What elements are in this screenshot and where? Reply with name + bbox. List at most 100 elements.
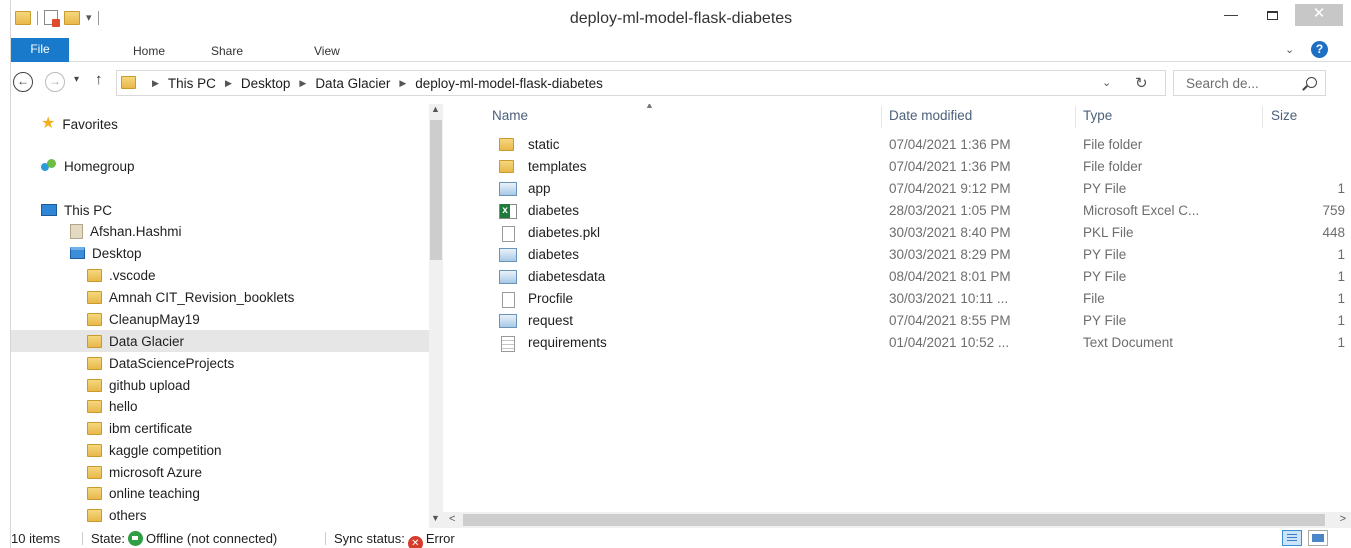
- file-row[interactable]: requirements 01/04/2021 10:52 ... Text D…: [449, 332, 1349, 354]
- file-row[interactable]: Procfile 30/03/2021 10:11 ... File 1: [449, 288, 1349, 310]
- folder-icon: [87, 486, 102, 500]
- expand-ribbon-icon[interactable]: ⌄: [1285, 43, 1294, 56]
- file-size: 1: [1337, 247, 1345, 262]
- tab-home[interactable]: Home: [133, 44, 165, 58]
- nav-folder[interactable]: ibm certificate: [87, 418, 192, 438]
- scroll-left-icon[interactable]: <: [449, 513, 455, 525]
- scrollbar-thumb[interactable]: [463, 514, 1325, 526]
- address-bar[interactable]: ▶ This PC ▶ Desktop ▶ Data Glacier ▶ dep…: [116, 70, 1166, 96]
- search-input[interactable]: Search de...: [1186, 76, 1259, 91]
- minimize-button[interactable]: —: [1217, 4, 1245, 26]
- large-icons-view-button[interactable]: [1308, 530, 1328, 546]
- maximize-button[interactable]: [1258, 4, 1286, 26]
- nav-folder[interactable]: others: [87, 505, 147, 525]
- file-row[interactable]: static 07/04/2021 1:36 PM File folder: [449, 134, 1349, 156]
- file-row[interactable]: request 07/04/2021 8:55 PM PY File 1: [449, 310, 1349, 332]
- file-row[interactable]: templates 07/04/2021 1:36 PM File folder: [449, 156, 1349, 178]
- offline-icon: [127, 531, 143, 546]
- chevron-right-icon[interactable]: ▶: [225, 78, 232, 89]
- details-view-button[interactable]: [1282, 530, 1302, 546]
- breadcrumb-current-folder[interactable]: deploy-ml-model-flask-diabetes: [415, 76, 603, 91]
- python-file-icon: [499, 314, 517, 331]
- column-divider[interactable]: [881, 106, 882, 128]
- back-button[interactable]: ←: [13, 72, 33, 92]
- refresh-icon[interactable]: ↻: [1135, 74, 1148, 92]
- close-button[interactable]: ✕: [1295, 4, 1343, 26]
- nav-user-folder[interactable]: Afshan.Hashmi: [70, 221, 182, 241]
- nav-homegroup[interactable]: Homegroup: [41, 156, 135, 176]
- maximize-icon: [1266, 10, 1278, 20]
- file-row[interactable]: diabetesdata 08/04/2021 8:01 PM PY File …: [449, 266, 1349, 288]
- file-row[interactable]: app 07/04/2021 9:12 PM PY File 1: [449, 178, 1349, 200]
- file-type: PY File: [1083, 181, 1127, 196]
- file-row[interactable]: diabetes 28/03/2021 1:05 PM Microsoft Ex…: [449, 200, 1349, 222]
- folder-icon: [87, 399, 102, 413]
- column-header-size[interactable]: Size: [1271, 104, 1297, 130]
- column-header-name[interactable]: Name: [492, 104, 528, 130]
- search-icon[interactable]: [1306, 77, 1317, 88]
- file-type: PY File: [1083, 247, 1127, 262]
- nav-folder[interactable]: hello: [87, 396, 138, 416]
- up-button[interactable]: ↑: [95, 71, 103, 88]
- address-dropdown-icon[interactable]: ⌄: [1102, 76, 1111, 89]
- chevron-right-icon[interactable]: ▶: [152, 78, 159, 89]
- nav-folder[interactable]: microsoft Azure: [87, 462, 202, 482]
- nav-this-pc[interactable]: This PC: [41, 200, 112, 220]
- chevron-right-icon[interactable]: ▶: [399, 78, 406, 89]
- column-divider[interactable]: [1262, 106, 1263, 128]
- nav-folder[interactable]: online teaching: [87, 483, 200, 503]
- search-box[interactable]: Search de...: [1173, 70, 1326, 96]
- chevron-right-icon[interactable]: ▶: [299, 78, 306, 89]
- nav-desktop[interactable]: Desktop: [70, 243, 142, 263]
- file-size: 1: [1337, 335, 1345, 350]
- nav-folder-label: hello: [109, 398, 138, 414]
- item-count: 10 items: [11, 531, 61, 546]
- excel-file-icon: [499, 204, 517, 222]
- file-size: 759: [1322, 203, 1345, 218]
- scrollbar-thumb[interactable]: [430, 120, 442, 260]
- explorer-window: ▾ deploy-ml-model-flask-diabetes — ✕ Fil…: [10, 0, 1351, 548]
- folder-icon: [499, 138, 514, 154]
- column-header-date[interactable]: Date modified: [889, 104, 972, 130]
- nav-folder[interactable]: Amnah CIT_Revision_booklets: [87, 287, 294, 307]
- nav-folder[interactable]: .vscode: [87, 265, 156, 285]
- breadcrumb-desktop[interactable]: Desktop: [241, 76, 291, 91]
- tab-file[interactable]: File: [11, 38, 69, 62]
- file-name: static: [528, 137, 560, 152]
- folder-icon: [87, 465, 102, 479]
- nav-folder[interactable]: github upload: [87, 375, 190, 395]
- nav-folder[interactable]: kaggle competition: [87, 440, 222, 460]
- nav-favorites[interactable]: ★ Favorites: [41, 114, 118, 134]
- file-type: PKL File: [1083, 225, 1134, 240]
- nav-folder[interactable]: DataScienceProjects: [87, 353, 234, 373]
- column-header-type[interactable]: Type: [1083, 104, 1112, 130]
- nav-folder-label: ibm certificate: [109, 420, 193, 436]
- breadcrumb-data-glacier[interactable]: Data Glacier: [315, 76, 390, 91]
- forward-button[interactable]: →: [45, 72, 65, 92]
- scroll-down-icon[interactable]: ▼: [431, 513, 440, 523]
- scroll-right-icon[interactable]: >: [1340, 513, 1346, 525]
- nav-folder-label: microsoft Azure: [109, 464, 203, 480]
- breadcrumb-this-pc[interactable]: This PC: [168, 76, 216, 91]
- help-icon[interactable]: ?: [1311, 41, 1328, 58]
- tab-share[interactable]: Share: [211, 44, 243, 58]
- navigation-scrollbar[interactable]: ▲ ▼: [429, 104, 443, 528]
- horizontal-scrollbar[interactable]: < >: [443, 512, 1351, 528]
- scroll-up-icon[interactable]: ▲: [431, 104, 440, 114]
- nav-folder[interactable]: CleanupMay19: [87, 309, 200, 329]
- nav-folder-selected[interactable]: Data Glacier: [11, 330, 429, 352]
- column-divider[interactable]: [1075, 106, 1076, 128]
- folder-icon: [87, 312, 102, 326]
- folder-icon: [87, 334, 102, 348]
- tab-view[interactable]: View: [314, 44, 340, 58]
- file-name: diabetesdata: [528, 269, 606, 284]
- file-list: Name ▲ Date modified Type Size static 07…: [449, 104, 1351, 512]
- file-row[interactable]: diabetes 30/03/2021 8:29 PM PY File 1: [449, 244, 1349, 266]
- file-name: requirements: [528, 335, 607, 350]
- file-row[interactable]: diabetes.pkl 30/03/2021 8:40 PM PKL File…: [449, 222, 1349, 244]
- window-title: deploy-ml-model-flask-diabetes: [569, 10, 793, 27]
- recent-locations-icon[interactable]: ▾: [74, 74, 79, 85]
- nav-folder-label: github upload: [109, 377, 191, 393]
- file-name: Procfile: [528, 291, 574, 306]
- generic-file-icon: [502, 226, 515, 245]
